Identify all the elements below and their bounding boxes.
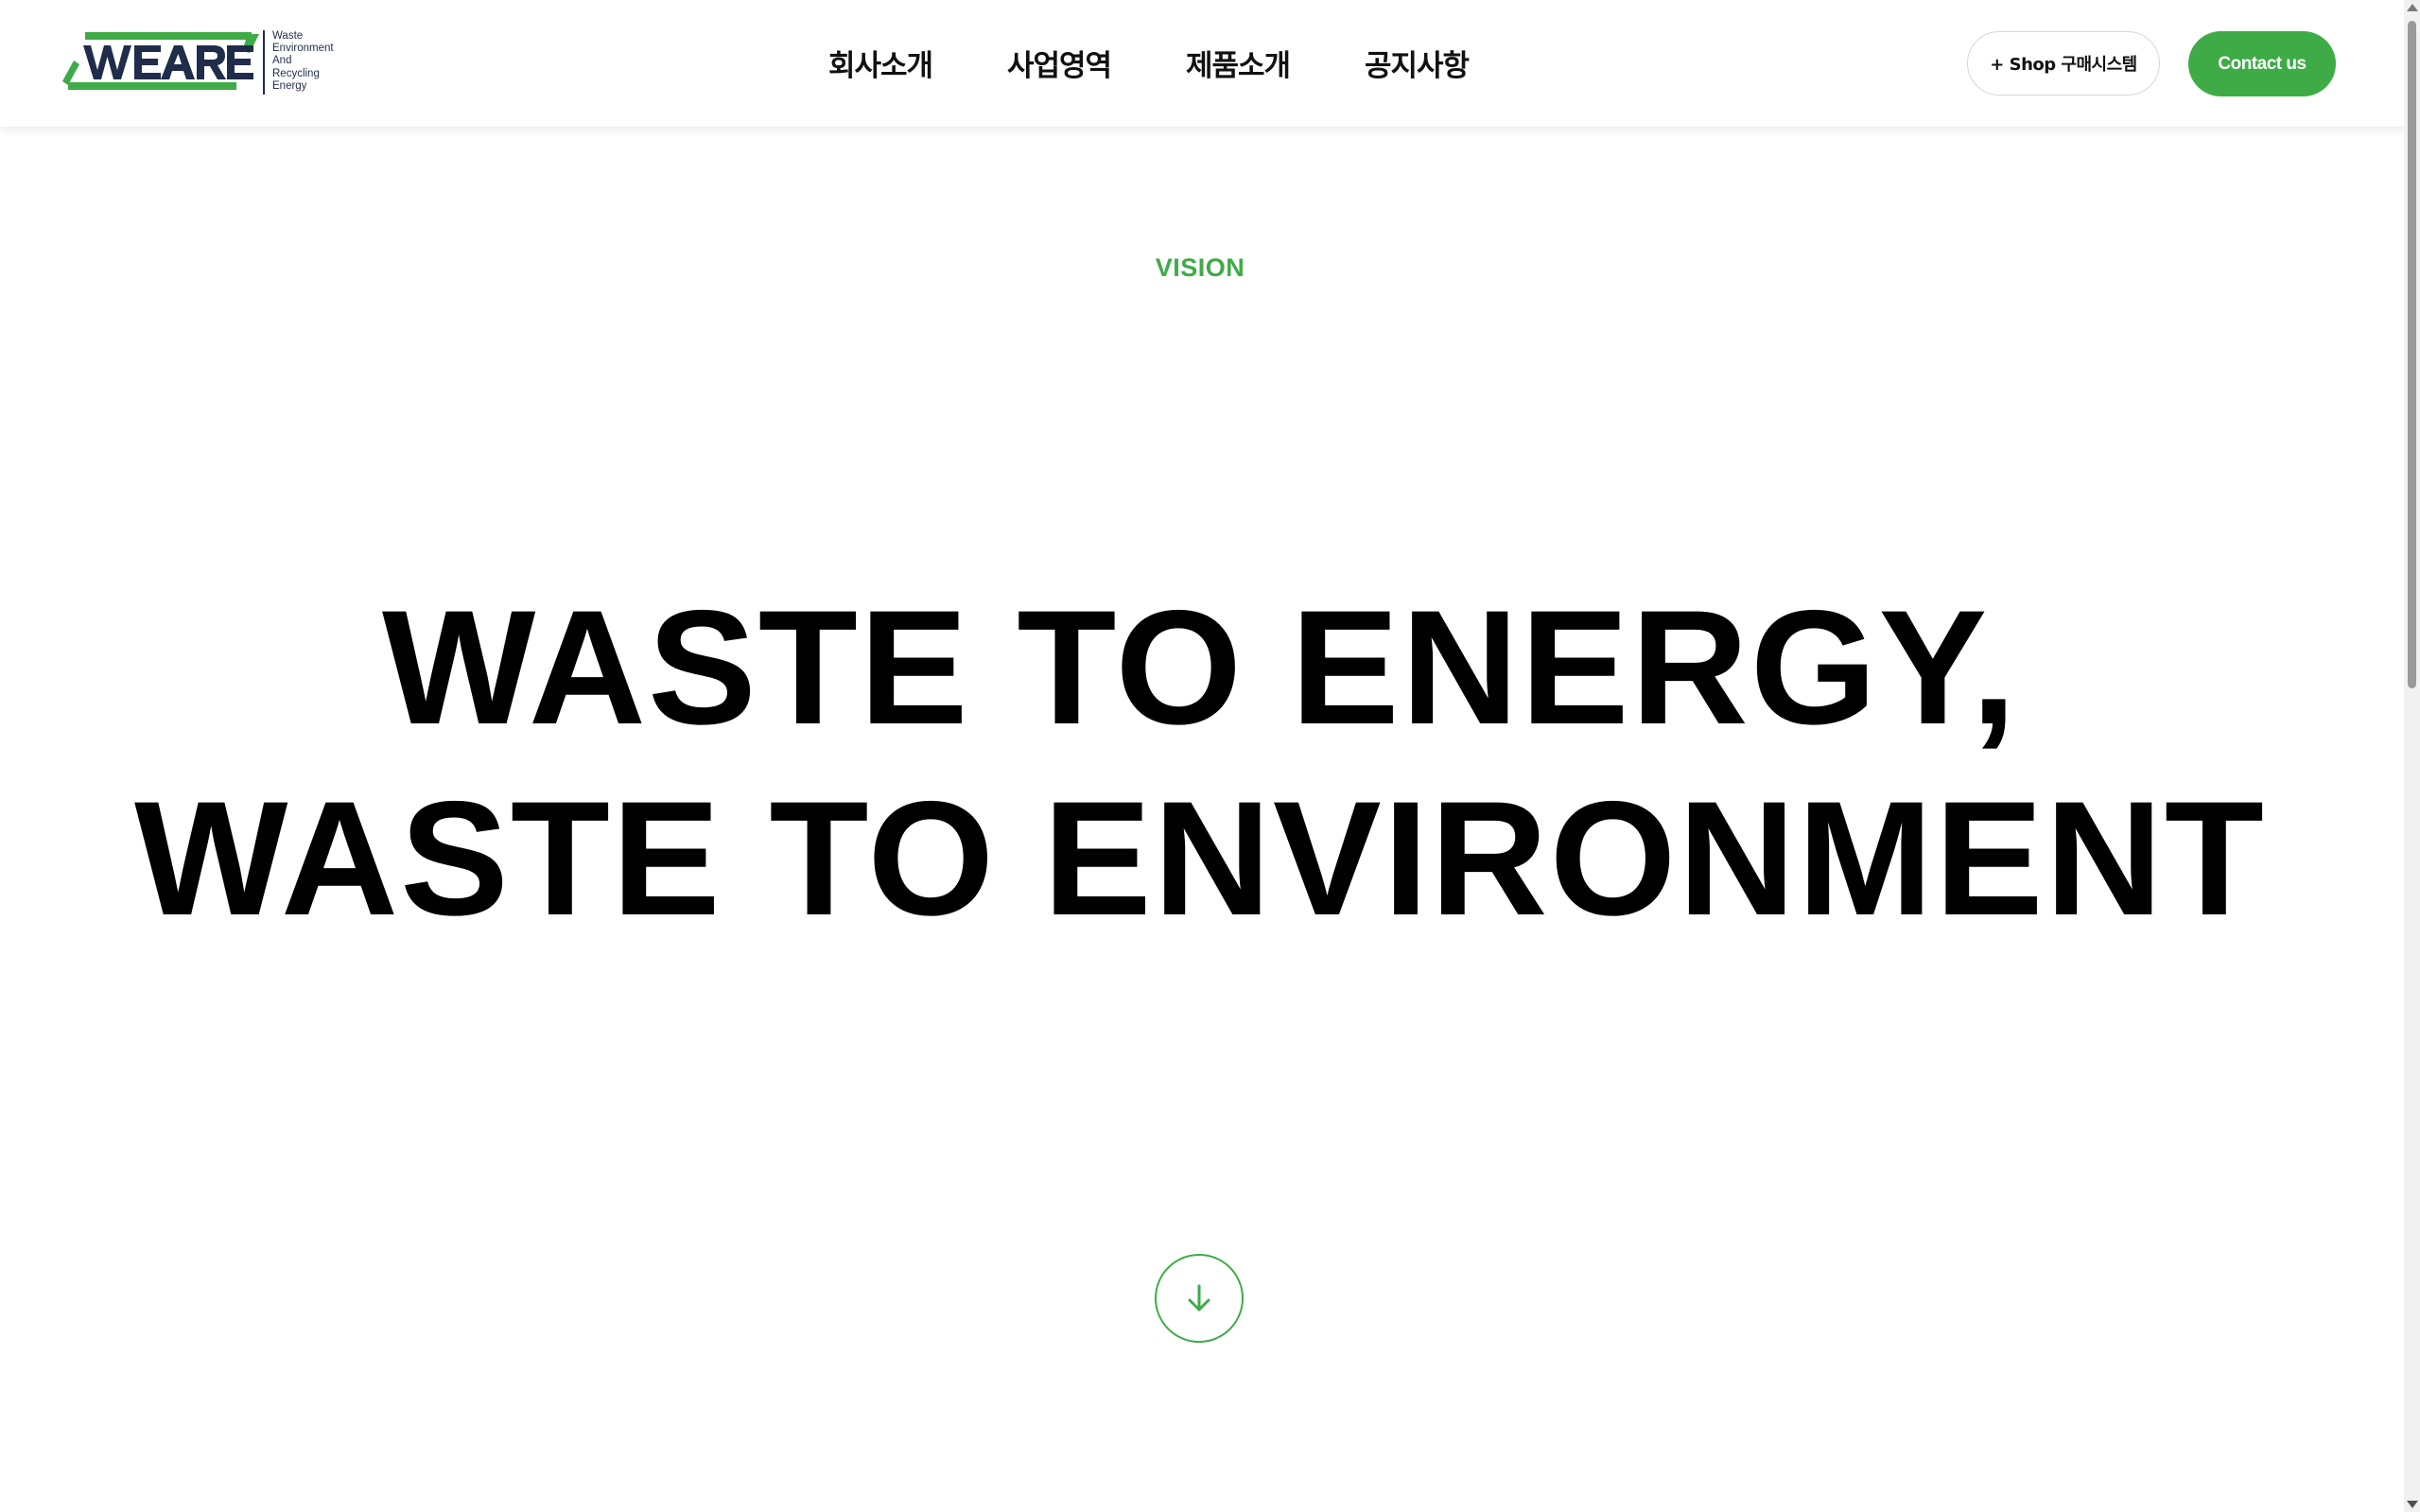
- nav-item-company[interactable]: 회사소개: [828, 42, 933, 84]
- headline-line-2: WASTE TO ENVIRONMENT: [134, 768, 2266, 949]
- site-header: Waste Environment And Recycling Energy 회…: [0, 0, 2404, 127]
- headline-line-1: WASTE TO ENERGY,: [382, 577, 2018, 758]
- nav-item-products[interactable]: 제품소개: [1186, 42, 1291, 84]
- section-eyebrow: VISION: [1155, 253, 1245, 282]
- logo-line-environment: Environment: [272, 43, 334, 55]
- scrollbar-thumb[interactable]: [2408, 21, 2416, 688]
- nav-item-business[interactable]: 사업영역: [1007, 42, 1112, 84]
- contact-us-button[interactable]: Contact us: [2188, 31, 2336, 96]
- page: Waste Environment And Recycling Energy 회…: [0, 0, 2420, 1512]
- scroll-down-button[interactable]: [1155, 1254, 1244, 1343]
- logo-divider: [263, 30, 265, 95]
- logo-line-waste: Waste: [272, 30, 304, 42]
- nav-item-notices[interactable]: 공지사항: [1365, 42, 1470, 84]
- logo-tagline: Waste Environment And Recycling Energy: [272, 30, 334, 93]
- logo-line-recycling: Recycling: [272, 67, 320, 79]
- shop-button[interactable]: + Shop 구매시스템: [1967, 31, 2160, 96]
- scroll-down-arrow-icon[interactable]: [2407, 1501, 2418, 1508]
- arrow-down-icon: [1188, 1284, 1210, 1312]
- logo-line-and: And: [272, 55, 292, 67]
- scroll-up-arrow-icon[interactable]: [2407, 4, 2418, 11]
- brand-logo[interactable]: Waste Environment And Recycling Energy: [62, 28, 346, 100]
- page-scrollbar[interactable]: [2404, 0, 2420, 1512]
- logo-line-energy: Energy: [272, 79, 307, 92]
- weare-logo-mark: [62, 32, 259, 90]
- hero-headline: WASTE TO ENERGY, WASTE TO ENVIRONMENT: [0, 572, 2400, 954]
